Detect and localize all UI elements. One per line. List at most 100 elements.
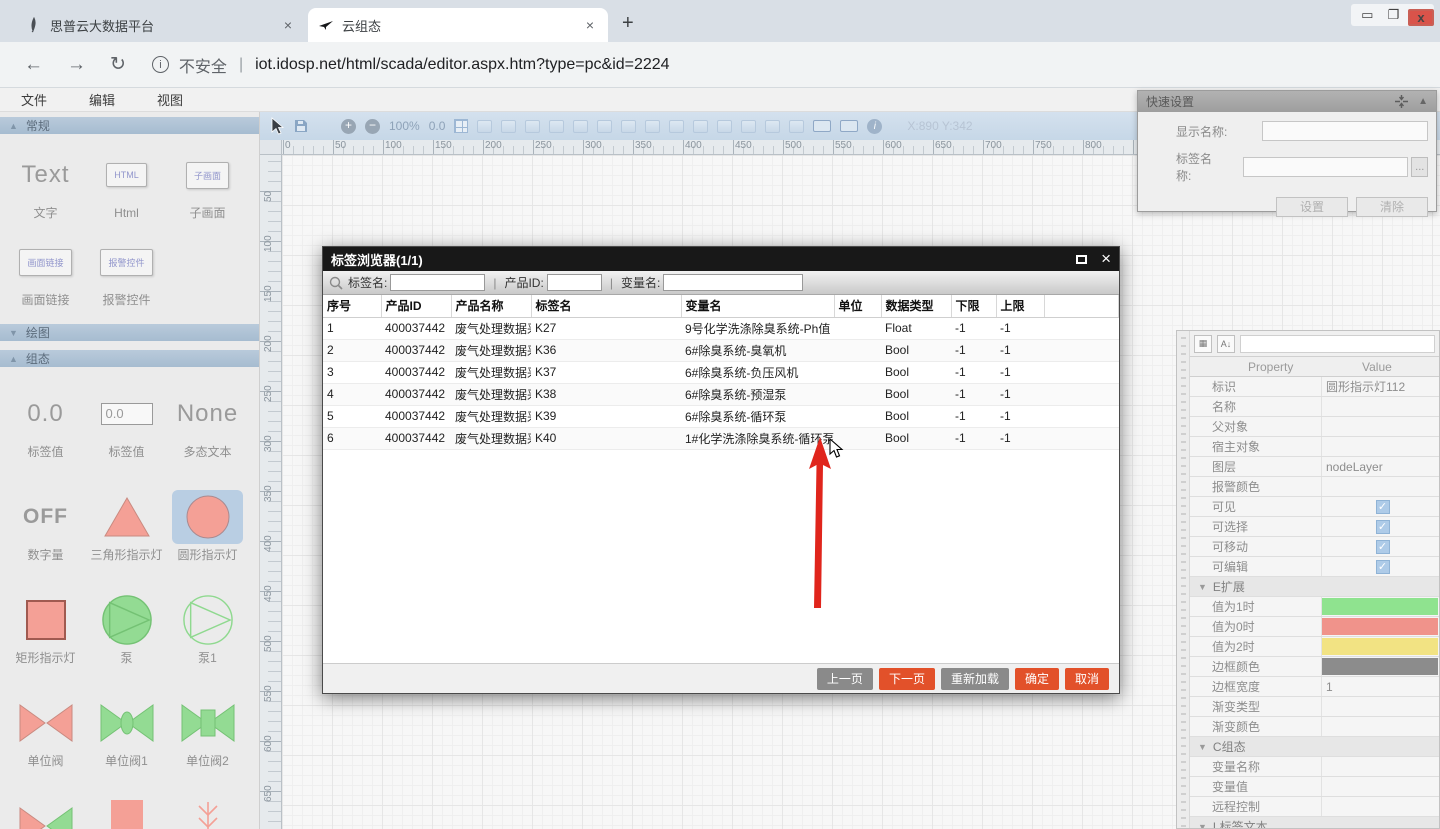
filter-input-1[interactable] <box>547 274 602 291</box>
window-close-button[interactable]: ✕ x <box>1413 7 1424 23</box>
back-icon[interactable]: ← <box>24 54 43 76</box>
property-value[interactable] <box>1322 777 1439 796</box>
property-group-label[interactable]: ▼C组态 <box>1190 737 1439 756</box>
property-row-边框颜色[interactable]: 边框颜色 <box>1190 657 1439 677</box>
menu-item-文件[interactable]: 文件 <box>0 90 68 109</box>
checkbox-checked-icon[interactable]: ✓ <box>1376 500 1390 514</box>
property-row-可编辑[interactable]: 可编辑✓ <box>1190 557 1439 577</box>
property-row-可选择[interactable]: 可选择✓ <box>1190 517 1439 537</box>
property-value[interactable] <box>1322 397 1439 416</box>
reload-icon[interactable]: ↻ <box>110 53 126 76</box>
sidebar-section-draw[interactable]: ▼ 绘图 <box>0 324 259 341</box>
sidebar-component-报警控件[interactable]: 报警控件报警控件 <box>86 221 167 308</box>
clear-button[interactable]: 清除 <box>1356 197 1428 217</box>
table-header-cell[interactable]: 序号 <box>323 295 381 317</box>
sidebar-component-单位阀2[interactable]: 单位阀2 <box>167 682 248 769</box>
property-row-名称[interactable]: 名称 <box>1190 397 1439 417</box>
sidebar-component-Html[interactable]: HTMLHtml <box>86 134 167 221</box>
property-row-报警颜色[interactable]: 报警颜色 <box>1190 477 1439 497</box>
table-header-cell[interactable]: 单位 <box>834 295 881 317</box>
sidebar-component-泵1[interactable]: 泵1 <box>167 579 248 666</box>
property-value[interactable] <box>1322 657 1439 676</box>
tag-name-input[interactable] <box>1243 157 1408 177</box>
sidebar-component-三角形指示灯[interactable]: 三角形指示灯 <box>86 476 167 563</box>
tab-close-icon[interactable]: × <box>280 17 296 33</box>
property-value[interactable]: 1 <box>1322 677 1439 696</box>
property-row-变量值[interactable]: 变量值 <box>1190 777 1439 797</box>
table-row[interactable]: 1400037442废气处理数据采K279号化学洗涤除臭系统-Ph值Float-… <box>323 317 1119 339</box>
window-minimize-button[interactable]: ▭ <box>1361 7 1373 23</box>
sidebar-component-标签值[interactable]: 0.0标签值 <box>5 373 86 460</box>
collapse-icon[interactable]: ▲ <box>1418 96 1428 107</box>
url-text[interactable]: iot.idosp.net/html/scada/editor.aspx.htm… <box>255 56 669 74</box>
property-row-远程控制[interactable]: 远程控制 <box>1190 797 1439 817</box>
property-row-值为0时[interactable]: 值为0时 <box>1190 617 1439 637</box>
browser-tab-2[interactable]: 云组态 × <box>308 8 608 42</box>
table-header-cell[interactable]: 标签名 <box>531 295 681 317</box>
sidebar-component-文字[interactable]: Text文字 <box>5 134 86 221</box>
grid-toggle-icon[interactable] <box>454 119 468 133</box>
browser-tab-1[interactable]: 思普云大数据平台 × <box>16 8 306 42</box>
checkbox-checked-icon[interactable]: ✓ <box>1376 520 1390 534</box>
filter-input-0[interactable] <box>390 274 485 291</box>
property-value[interactable]: ✓ <box>1322 537 1439 556</box>
sidebar-component-标签值[interactable]: 0.0标签值 <box>86 373 167 460</box>
property-value[interactable] <box>1322 477 1439 496</box>
table-header-cell[interactable] <box>1044 295 1119 317</box>
property-group-label[interactable]: ▼L标签文本 <box>1190 817 1439 828</box>
property-row-边框宽度[interactable]: 边框宽度1 <box>1190 677 1439 697</box>
property-row-渐变颜色[interactable]: 渐变颜色 <box>1190 717 1439 737</box>
sidebar-component-单位阀1[interactable]: 单位阀1 <box>86 682 167 769</box>
screen2-icon[interactable] <box>840 120 858 132</box>
color-swatch[interactable] <box>1322 638 1438 655</box>
property-group-label[interactable]: ▼E扩展 <box>1190 577 1439 596</box>
dialog-titlebar[interactable]: 标签浏览器(1/1) × <box>323 247 1119 271</box>
property-row-可移动[interactable]: 可移动✓ <box>1190 537 1439 557</box>
sidebar-component-单位阀[interactable]: 单位阀 <box>5 682 86 769</box>
tag-browse-button[interactable]: ... <box>1411 157 1428 177</box>
取消-button[interactable]: 取消 <box>1065 668 1109 690</box>
zoom-out-icon[interactable]: − <box>365 119 380 134</box>
property-value[interactable] <box>1322 597 1439 616</box>
property-row-可见[interactable]: 可见✓ <box>1190 497 1439 517</box>
property-value[interactable] <box>1322 617 1439 636</box>
dock-icon[interactable] <box>1395 95 1408 108</box>
apply-button[interactable]: 设置 <box>1276 197 1348 217</box>
property-value[interactable] <box>1322 717 1439 736</box>
new-tab-button[interactable]: + <box>622 12 634 35</box>
sidebar-component-矩形指示灯[interactable]: 矩形指示灯 <box>5 579 86 666</box>
重新加载-button[interactable]: 重新加载 <box>941 668 1009 690</box>
display-name-input[interactable] <box>1262 121 1428 141</box>
property-row-标识[interactable]: 标识圆形指示灯112 <box>1190 377 1439 397</box>
property-row-图层[interactable]: 图层nodeLayer <box>1190 457 1439 477</box>
property-row-宿主对象[interactable]: 宿主对象 <box>1190 437 1439 457</box>
上一页-button[interactable]: 上一页 <box>817 668 873 690</box>
save-icon[interactable] <box>293 118 309 134</box>
sidebar-section-zutai[interactable]: ▲ 组态 <box>0 350 259 367</box>
panel-scrollbar[interactable] <box>1177 331 1190 828</box>
property-row-父对象[interactable]: 父对象 <box>1190 417 1439 437</box>
checkbox-checked-icon[interactable]: ✓ <box>1376 560 1390 574</box>
property-filter-input[interactable] <box>1240 335 1435 353</box>
table-header-cell[interactable]: 下限 <box>951 295 996 317</box>
property-value[interactable]: ✓ <box>1322 497 1439 516</box>
categorize-icon[interactable]: ▦ <box>1194 335 1212 353</box>
screen-icon[interactable] <box>813 120 831 132</box>
forward-icon[interactable]: → <box>67 54 86 76</box>
property-row-变量名称[interactable]: 变量名称 <box>1190 757 1439 777</box>
sidebar-component-圆形指示灯[interactable]: 圆形指示灯 <box>167 476 248 563</box>
property-value[interactable] <box>1322 757 1439 776</box>
maximize-icon[interactable] <box>1076 255 1087 264</box>
table-header-cell[interactable]: 产品名称 <box>451 295 531 317</box>
color-swatch[interactable] <box>1322 658 1438 675</box>
cursor-tool-icon[interactable] <box>270 117 284 135</box>
property-row-渐变类型[interactable]: 渐变类型 <box>1190 697 1439 717</box>
quick-settings-header[interactable]: 快速设置 ▲ <box>1138 91 1436 112</box>
property-row-值为1时[interactable]: 值为1时 <box>1190 597 1439 617</box>
table-header-cell[interactable]: 数据类型 <box>881 295 951 317</box>
table-header-cell[interactable]: 变量名 <box>681 295 834 317</box>
sidebar-section-general[interactable]: ▲ 常规 <box>0 117 259 134</box>
info-icon[interactable]: i <box>867 119 882 134</box>
确定-button[interactable]: 确定 <box>1015 668 1059 690</box>
menu-item-视图[interactable]: 视图 <box>136 90 204 109</box>
